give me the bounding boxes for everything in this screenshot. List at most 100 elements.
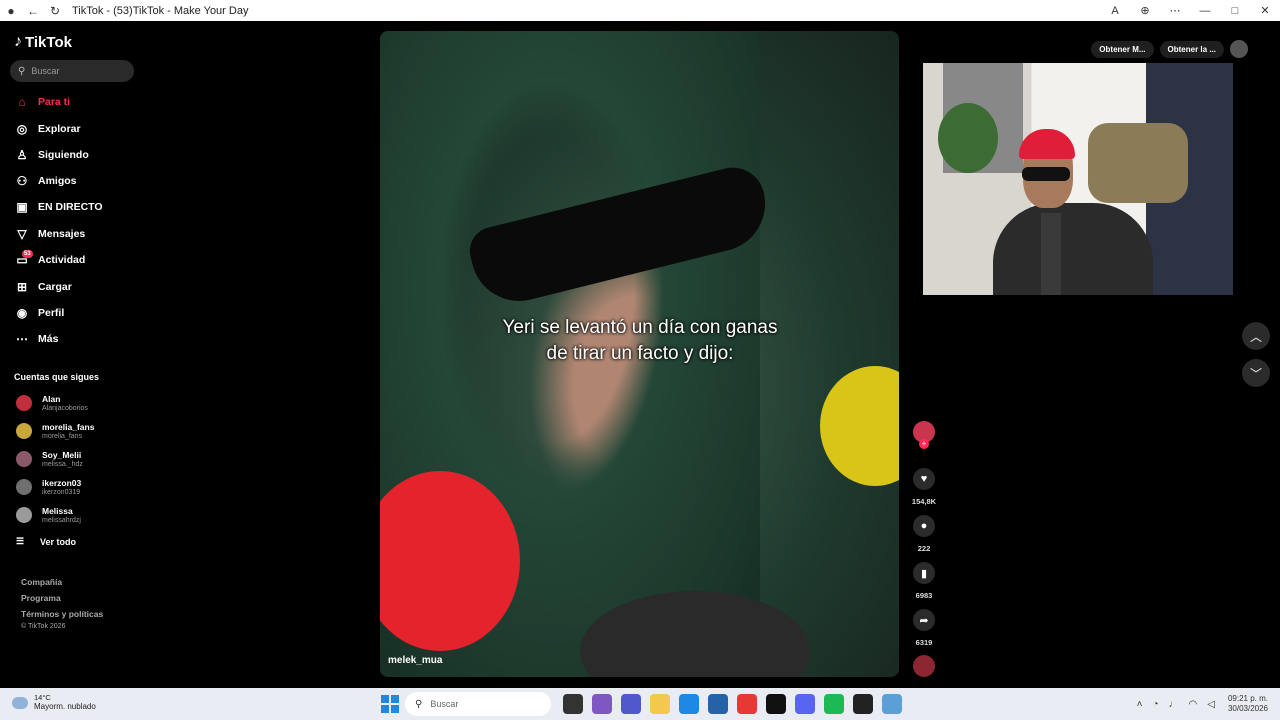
previous-video-button[interactable]: ︿ bbox=[1242, 322, 1270, 350]
sidebar-item-perfil[interactable]: ◉ Perfil bbox=[14, 304, 65, 322]
list-icon: ☰ bbox=[16, 536, 25, 546]
user-avatar[interactable] bbox=[1230, 40, 1248, 58]
logo-text: TikTok bbox=[25, 33, 72, 51]
sidebar-item-actividad[interactable]: ▭ 53 Actividad bbox=[14, 250, 85, 269]
teams-icon[interactable] bbox=[620, 694, 641, 714]
sidebar-item-label: EN DIRECTO bbox=[38, 201, 103, 213]
chevron-up-icon[interactable]: ˄ bbox=[1137, 699, 1143, 710]
follow-plus-icon[interactable]: + bbox=[919, 439, 929, 449]
start-button[interactable] bbox=[381, 695, 399, 713]
followed-account[interactable]: Melissa melissahrdzj bbox=[16, 503, 81, 527]
video-author[interactable]: melek_mua bbox=[388, 655, 442, 666]
sidebar-item-cargar[interactable]: ⊞ Cargar bbox=[14, 278, 72, 296]
weather-text: Mayorm. nublado bbox=[34, 702, 96, 711]
sidebar: ♪ TikTok ⚲ Buscar ⌂ Para ti ◎ Explorar ♙… bbox=[0, 21, 150, 688]
more-icon: ⋯ bbox=[16, 332, 28, 346]
see-all-button[interactable]: ☰ Ver todo bbox=[16, 536, 76, 547]
share-icon: ➦ bbox=[919, 614, 929, 627]
volume-icon[interactable]: ◁ bbox=[1207, 699, 1215, 710]
comment-icon: ● bbox=[920, 520, 928, 532]
sidebar-item-label: Perfil bbox=[38, 307, 65, 319]
date: 30/03/2026 bbox=[1227, 704, 1268, 713]
minimize-button[interactable]: — bbox=[1190, 5, 1220, 17]
avatar bbox=[16, 395, 32, 411]
share-button[interactable]: ➦ bbox=[913, 609, 935, 631]
avatar bbox=[16, 507, 32, 523]
cam-chair bbox=[1088, 123, 1188, 203]
discord-icon[interactable] bbox=[794, 694, 815, 714]
tiktok-logo[interactable]: ♪ TikTok bbox=[14, 33, 72, 51]
windows-taskbar: 14°C Mayorm. nublado ⚲ Buscar ˄ ◔ ♩ ◠ ◁ … bbox=[0, 688, 1280, 720]
followed-account[interactable]: ikerzon03 ikerzon0319 bbox=[16, 475, 81, 499]
music-disc-icon[interactable] bbox=[913, 655, 935, 677]
account-handle: morelia_fans bbox=[42, 432, 83, 440]
sidebar-item-label: Mensajes bbox=[38, 228, 86, 240]
avatar bbox=[16, 423, 32, 439]
account-name: ikerzon03 bbox=[42, 477, 82, 488]
sidebar-item-label: Amigos bbox=[38, 175, 77, 187]
sidebar-item-label: Siguiendo bbox=[38, 149, 89, 161]
account-name: Soy_Melii bbox=[42, 449, 82, 460]
copilot-icon[interactable] bbox=[591, 694, 612, 714]
store-icon[interactable] bbox=[707, 694, 728, 714]
following-section-title: Cuentas que sigues bbox=[14, 372, 100, 382]
taskbar-search-label: Buscar bbox=[430, 699, 459, 709]
maximize-button[interactable]: □ bbox=[1220, 5, 1250, 17]
video-player[interactable]: Yeri se levantó un día con ganas de tira… bbox=[380, 31, 899, 677]
zoom-icon[interactable]: ⊕ bbox=[1130, 4, 1160, 17]
folder-icon[interactable] bbox=[649, 694, 670, 714]
footer-link[interactable]: Programa bbox=[21, 590, 103, 606]
edge-icon[interactable] bbox=[678, 694, 699, 714]
upload-icon: ⊞ bbox=[16, 280, 28, 294]
bookmark-icon: ▮ bbox=[920, 567, 928, 580]
account-name: Alan bbox=[42, 393, 61, 404]
chevron-down-icon: ﹀ bbox=[1249, 366, 1262, 381]
followed-account[interactable]: Alan Alanjacoborios bbox=[16, 391, 88, 415]
sidebar-item-siguiendo[interactable]: ♙ Siguiendo bbox=[14, 146, 89, 164]
sidebar-item-en-directo[interactable]: ▣ EN DIRECTO bbox=[14, 198, 103, 216]
tiktok-icon[interactable] bbox=[765, 694, 786, 714]
next-video-button[interactable]: ﹀ bbox=[1242, 359, 1270, 387]
followed-account[interactable]: Soy_Melii melissa._hdz bbox=[16, 447, 83, 471]
comment-button[interactable]: ● bbox=[913, 515, 935, 537]
sidebar-item-explorar[interactable]: ◎ Explorar bbox=[14, 120, 81, 138]
reload-icon[interactable]: ↻ bbox=[44, 0, 66, 21]
like-button[interactable]: ♥ bbox=[913, 468, 935, 490]
see-all-label: Ver todo bbox=[40, 536, 77, 547]
video-caption: Yeri se levantó un día con ganas de tira… bbox=[502, 317, 778, 364]
footer-links: Compañía Programa Términos y políticas bbox=[21, 574, 103, 622]
close-button[interactable]: ✕ bbox=[1250, 4, 1280, 17]
get-app-button[interactable]: Obtener M... bbox=[1091, 40, 1154, 58]
obs-icon[interactable] bbox=[852, 694, 873, 714]
taskbar-search[interactable]: ⚲ Buscar bbox=[405, 692, 551, 716]
spotify-icon[interactable] bbox=[823, 694, 844, 714]
app-icon[interactable] bbox=[881, 694, 902, 714]
footer-link[interactable]: Compañía bbox=[21, 574, 103, 590]
menu-icon[interactable]: ⋯ bbox=[1160, 4, 1190, 17]
save-button[interactable]: ▮ bbox=[913, 562, 935, 584]
time: 09:21 p. m. bbox=[1227, 694, 1268, 703]
chrome-icon[interactable] bbox=[736, 694, 757, 714]
network-icon[interactable]: ◔ bbox=[1152, 699, 1158, 710]
clock[interactable]: 09:21 p. m. 30/03/2026 bbox=[1228, 694, 1268, 714]
translate-icon[interactable]: A bbox=[1100, 5, 1130, 17]
followed-account[interactable]: morelia_fans morelia_fans bbox=[16, 419, 94, 443]
search-input[interactable]: ⚲ Buscar bbox=[10, 60, 134, 82]
taskview-icon[interactable] bbox=[562, 694, 583, 714]
avatar bbox=[16, 451, 32, 467]
sidebar-item-mas[interactable]: ⋯ Más bbox=[14, 330, 58, 348]
home-icon: ⌂ bbox=[18, 95, 26, 109]
microphone-icon[interactable]: ♩ bbox=[1169, 699, 1179, 710]
sidebar-item-mensajes[interactable]: ▽ Mensajes bbox=[14, 225, 85, 243]
weather-widget[interactable]: 14°C Mayorm. nublado bbox=[12, 693, 96, 712]
search-icon: ⚲ bbox=[415, 698, 423, 710]
save-count: 6983 bbox=[915, 591, 933, 600]
wifi-icon[interactable]: ◠ bbox=[1189, 699, 1198, 710]
footer-link[interactable]: Términos y políticas bbox=[21, 606, 103, 622]
sidebar-item-para-ti[interactable]: ⌂ Para ti bbox=[14, 93, 70, 111]
back-icon[interactable]: ← bbox=[22, 0, 44, 21]
sidebar-item-amigos[interactable]: ⚇ Amigos bbox=[14, 172, 77, 190]
account-handle: Alanjacoborios bbox=[42, 404, 88, 412]
get-desktop-app-button[interactable]: Obtener la ... bbox=[1159, 40, 1224, 58]
share-count: 6319 bbox=[915, 638, 933, 647]
